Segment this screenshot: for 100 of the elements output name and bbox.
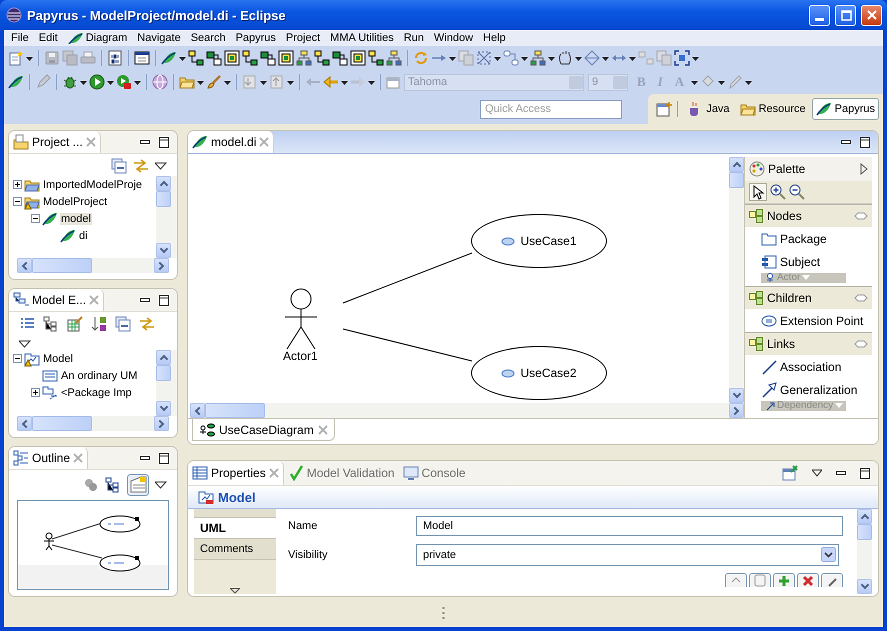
view-tab[interactable]: Model Validation — [284, 461, 399, 485]
stick-figure[interactable] — [284, 288, 318, 350]
tree-item[interactable]: ImportedModelProje — [42, 178, 144, 190]
binary-file-icon[interactable] — [107, 50, 123, 66]
expand-toggle[interactable] — [31, 388, 40, 397]
expand-toggle[interactable] — [13, 354, 22, 363]
view-menu-icon[interactable] — [812, 469, 822, 477]
collapse-all-icon[interactable] — [115, 316, 131, 332]
section-tab[interactable]: Comments — [194, 539, 276, 560]
linked-boxes-icon[interactable] — [332, 50, 348, 66]
pin-window-icon[interactable] — [782, 465, 798, 481]
section-tab[interactable]: UML — [194, 518, 276, 539]
visibility-dropdown[interactable]: private — [416, 544, 839, 566]
connected-boxes-icon[interactable] — [242, 50, 258, 66]
menu-item[interactable]: Diagram — [62, 30, 132, 46]
maximize-button[interactable] — [835, 4, 856, 26]
vertical-scrollbar[interactable] — [729, 157, 744, 403]
palette-tool[interactable]: Association — [745, 355, 872, 378]
editor-tab[interactable]: model.di — [188, 131, 274, 153]
view-menu-icon[interactable] — [155, 162, 167, 170]
palette-tool[interactable]: Package — [745, 227, 872, 250]
overview-icon[interactable] — [127, 474, 149, 496]
menu-item[interactable]: Window — [428, 30, 478, 46]
maximize-icon[interactable] — [860, 468, 870, 478]
menu-item[interactable]: Help — [478, 30, 511, 46]
globe-icon[interactable] — [152, 74, 168, 90]
name-field[interactable]: Model — [416, 516, 843, 536]
caret-icon[interactable] — [230, 588, 240, 594]
palette-tool[interactable]: Generalization — [745, 378, 872, 401]
perspective-button[interactable]: Resource — [736, 98, 810, 120]
perspective-button[interactable]: Papyrus — [812, 98, 879, 120]
delete-button[interactable] — [797, 573, 819, 587]
view-tab[interactable]: Console — [398, 461, 470, 485]
bug-icon[interactable] — [62, 74, 78, 90]
overlapping-circles-icon[interactable] — [83, 477, 99, 493]
menu-item[interactable]: Papyrus — [230, 30, 281, 46]
brush-icon[interactable] — [206, 74, 222, 90]
menu-item[interactable]: Navigate — [132, 30, 186, 46]
zoom-in-icon[interactable] — [770, 184, 786, 200]
menu-item[interactable]: File — [6, 30, 34, 46]
view-tab[interactable]: Model E... — [9, 289, 104, 311]
connected-boxes-icon[interactable] — [368, 50, 384, 66]
expand-toggle[interactable] — [13, 180, 22, 189]
menu-item[interactable]: Search — [186, 30, 231, 46]
connected-boxes-icon[interactable] — [188, 50, 204, 66]
tree-icon[interactable] — [386, 50, 402, 66]
window-icon[interactable] — [134, 50, 150, 66]
menu-item[interactable]: Run — [398, 30, 429, 46]
add-button[interactable] — [773, 573, 795, 587]
table-edit-icon[interactable] — [67, 316, 83, 332]
play-icon[interactable] — [89, 74, 105, 90]
close-button[interactable] — [861, 4, 882, 26]
window-plus-icon[interactable] — [656, 101, 672, 117]
nested-boxes-icon[interactable] — [350, 50, 366, 66]
palette-drawer[interactable]: Nodes — [745, 204, 872, 227]
expand-arrow-icon[interactable] — [860, 163, 868, 175]
tree-icon[interactable] — [296, 50, 312, 66]
horizontal-scrollbar[interactable] — [190, 403, 744, 418]
vertical-scrollbar[interactable] — [156, 176, 171, 258]
maximize-icon[interactable] — [159, 136, 169, 148]
view-menu-icon[interactable] — [155, 481, 167, 489]
view-tab[interactable]: Project ... — [9, 131, 101, 153]
up-button[interactable] — [725, 573, 747, 587]
tree-item[interactable]: model — [60, 212, 92, 224]
linked-boxes-icon[interactable] — [260, 50, 276, 66]
tree-item[interactable]: di — [78, 230, 89, 242]
close-icon[interactable] — [86, 137, 96, 147]
menu-item[interactable]: Edit — [34, 30, 63, 46]
palette-tool[interactable]: Subject — [745, 250, 872, 273]
tree-item[interactable]: Model — [42, 352, 74, 364]
view-tab[interactable]: Properties — [188, 461, 284, 485]
edit-button[interactable] — [821, 573, 843, 587]
hierarchy-icon[interactable] — [43, 316, 59, 332]
view-tab[interactable]: Outline — [9, 447, 88, 469]
horizontal-scrollbar[interactable] — [17, 416, 169, 431]
expand-toggle[interactable] — [13, 197, 22, 206]
palette-tool[interactable]: Extension Point — [745, 309, 872, 332]
close-icon[interactable] — [73, 453, 84, 463]
use-case-ellipse[interactable]: UseCase2 — [471, 346, 607, 400]
use-case-ellipse[interactable]: UseCase1 — [471, 214, 607, 268]
vertical-scrollbar[interactable] — [156, 350, 171, 416]
focus-frame-icon[interactable] — [674, 50, 690, 66]
horizontal-scrollbar[interactable] — [17, 258, 169, 273]
leaf-icon[interactable] — [161, 50, 177, 66]
maximize-icon[interactable] — [860, 136, 870, 148]
nested-boxes-icon[interactable] — [278, 50, 294, 66]
expand-toggle[interactable] — [31, 214, 40, 223]
diagram-tab[interactable]: UseCaseDiagram — [192, 419, 335, 441]
minimize-button[interactable] — [809, 4, 830, 26]
dotted-square-icon[interactable] — [476, 50, 492, 66]
close-icon[interactable] — [89, 295, 100, 305]
rounded-boxes-icon[interactable] — [503, 50, 519, 66]
connected-boxes-icon[interactable] — [314, 50, 330, 66]
sort-icon[interactable] — [91, 316, 107, 332]
palette-drawer[interactable]: Children — [745, 286, 872, 309]
hierarchy-icon[interactable] — [105, 477, 121, 493]
linked-boxes-icon[interactable] — [206, 50, 222, 66]
new-page-icon[interactable] — [8, 50, 24, 66]
view-menu-icon[interactable] — [19, 340, 31, 348]
menu-item[interactable]: Project — [280, 30, 326, 46]
